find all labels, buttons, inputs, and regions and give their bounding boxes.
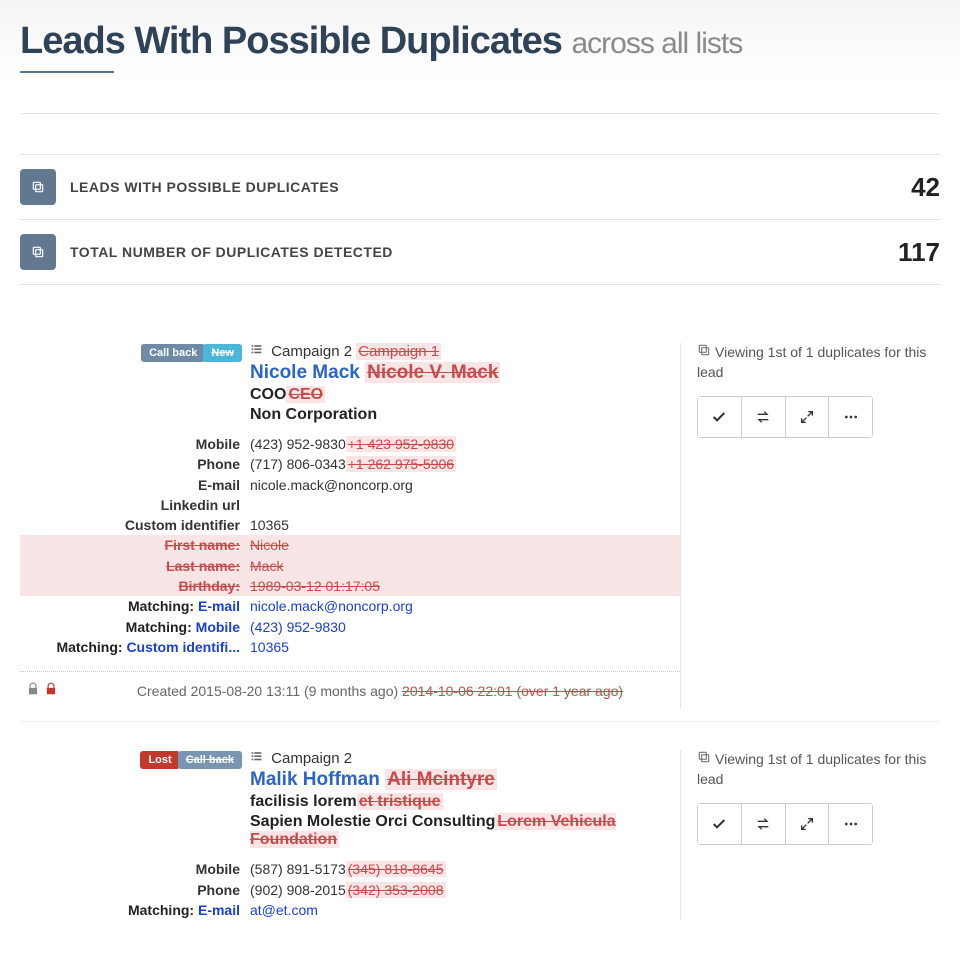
field-value: (902) 908-2015(342) 353-2008: [250, 880, 680, 900]
more-button[interactable]: [829, 804, 872, 844]
field-value: (423) 952-9830+1 423 952-9830: [250, 434, 680, 454]
removed-field-row: Birthday: 1989-03-12 01:17:05: [20, 576, 680, 596]
stat-row: TOTAL NUMBER OF DUPLICATES DETECTED 117: [20, 219, 940, 285]
field-label: Mobile: [20, 434, 250, 454]
company: Non Corporation: [250, 406, 680, 424]
field-row: Mobile (587) 891-5173(345) 818-8645: [20, 859, 680, 879]
removed-field-row: Last name: Mack: [20, 556, 680, 576]
list-icon: [250, 343, 263, 360]
field-row: Linkedin url: [20, 495, 680, 515]
campaign-line: Campaign 2: [250, 750, 680, 767]
lead-name[interactable]: Nicole Mack Nicole V. Mack: [250, 362, 680, 384]
status-badge: Call back: [141, 344, 205, 362]
lead-name[interactable]: Malik Hoffman Ali Mcintyre: [250, 769, 680, 791]
stat-value: 42: [911, 172, 940, 203]
swap-button[interactable]: [742, 804, 786, 844]
viewing-text: Viewing 1st of 1 duplicates for this lea…: [697, 343, 940, 382]
badges: Call backNew: [20, 343, 240, 362]
page-title-main: Leads With Possible Duplicates: [20, 20, 562, 62]
expand-button[interactable]: [786, 804, 830, 844]
field-row: E-mail nicole.mack@noncorp.org: [20, 475, 680, 495]
list-icon: [250, 750, 263, 767]
field-row: Custom identifier 10365: [20, 515, 680, 535]
stat-value: 117: [898, 237, 940, 268]
field-label: E-mail: [20, 475, 250, 495]
lock-icon: [26, 682, 40, 699]
page-title-subtitle: across all lists: [571, 27, 742, 60]
stat-row: LEADS WITH POSSIBLE DUPLICATES 42: [20, 154, 940, 219]
created-row: Created 2015-08-20 13:11 (9 months ago) …: [20, 671, 680, 709]
copy-icon: [20, 234, 56, 270]
expand-button[interactable]: [786, 397, 830, 437]
stat-label: LEADS WITH POSSIBLE DUPLICATES: [70, 179, 911, 195]
more-button[interactable]: [829, 397, 872, 437]
copy-icon: [697, 751, 711, 767]
lock-icon: [44, 682, 58, 699]
confirm-button[interactable]: [698, 804, 742, 844]
field-value: (717) 806-0343+1 262 975-5906: [250, 454, 680, 474]
status-badge: Lost: [140, 751, 179, 769]
field-label: Phone: [20, 880, 250, 900]
matching-row: Matching: E-mail at@et.com: [20, 900, 680, 920]
copy-icon: [697, 344, 711, 360]
field-value: [250, 495, 680, 515]
confirm-button[interactable]: [698, 397, 742, 437]
matching-row: Matching: Mobile (423) 952-9830: [20, 617, 680, 637]
job-title: COOCEO: [250, 386, 680, 404]
campaign-line: Campaign 2 Campaign 1: [250, 343, 680, 360]
status-badge: New: [203, 344, 242, 362]
field-value: (587) 891-5173(345) 818-8645: [250, 859, 680, 879]
status-badge: Call back: [178, 751, 242, 769]
matching-row: Matching: Custom identifi... 10365: [20, 637, 680, 657]
swap-button[interactable]: [742, 397, 786, 437]
matching-row: Matching: E-mail nicole.mack@noncorp.org: [20, 596, 680, 616]
copy-icon: [20, 169, 56, 205]
stat-label: TOTAL NUMBER OF DUPLICATES DETECTED: [70, 244, 898, 260]
title-underline: [20, 71, 114, 73]
badges: LostCall back: [20, 750, 240, 769]
field-row: Phone (902) 908-2015(342) 353-2008: [20, 880, 680, 900]
lead-card: Call backNew Campaign 2 Campaign 1 Nicol…: [20, 315, 940, 721]
field-row: Mobile (423) 952-9830+1 423 952-9830: [20, 434, 680, 454]
field-value: nicole.mack@noncorp.org: [250, 475, 680, 495]
field-value: 10365: [250, 515, 680, 535]
lock-icons: [20, 682, 80, 699]
action-bar: [697, 396, 873, 438]
page-title: Leads With Possible Duplicates across al…: [20, 20, 940, 63]
field-label: Custom identifier: [20, 515, 250, 535]
viewing-text: Viewing 1st of 1 duplicates for this lea…: [697, 750, 940, 789]
action-bar: [697, 803, 873, 845]
lead-card: LostCall back Campaign 2 Malik Hoffman A…: [20, 721, 940, 932]
job-title: facilisis loremet tristique: [250, 793, 680, 811]
field-label: Linkedin url: [20, 495, 250, 515]
company: Sapien Molestie Orci ConsultingLorem Veh…: [250, 813, 680, 849]
field-row: Phone (717) 806-0343+1 262 975-5906: [20, 454, 680, 474]
field-label: Mobile: [20, 859, 250, 879]
removed-field-row: First name: Nicole: [20, 535, 680, 555]
field-label: Phone: [20, 454, 250, 474]
